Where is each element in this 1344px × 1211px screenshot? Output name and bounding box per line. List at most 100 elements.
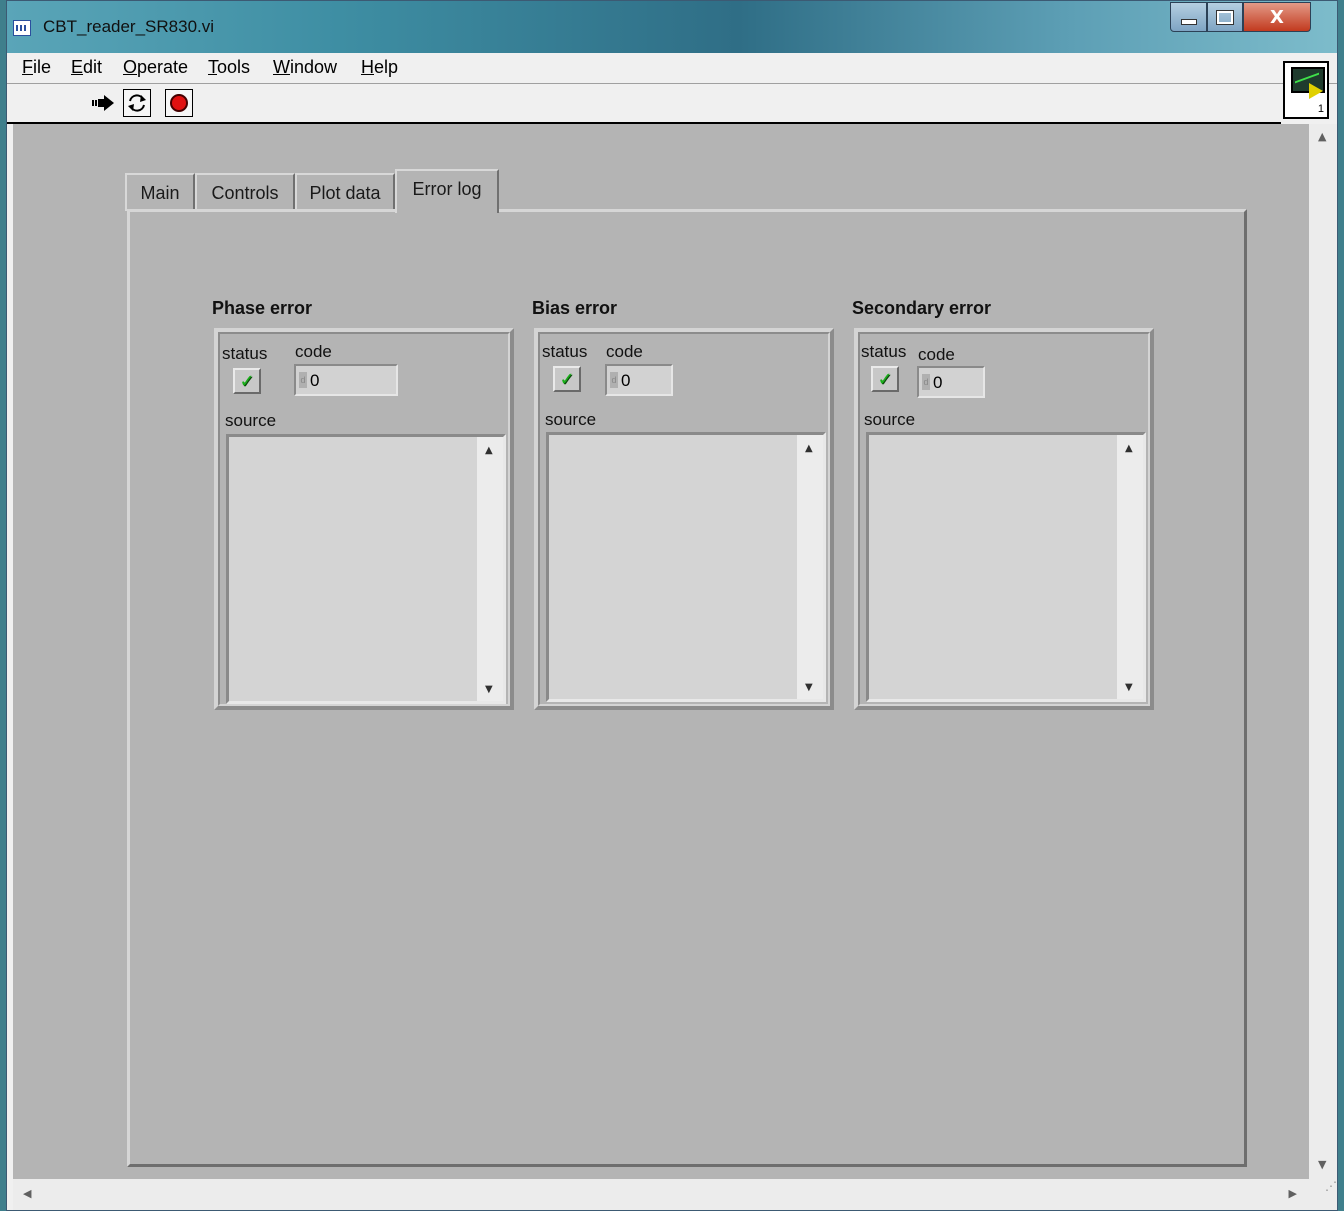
menu-operate-label: perate (137, 57, 189, 77)
tab-page-error-log: Phase error status code ✓ d 0 source ▲ ▼ (127, 209, 1247, 1167)
scroll-up-icon[interactable]: ▲ (1125, 443, 1133, 454)
status-indicator[interactable]: ✓ (553, 366, 581, 392)
connector-number: 1 (1317, 103, 1324, 115)
bias-error-cluster: status code ✓ d 0 source ▲ ▼ (534, 328, 834, 710)
status-label: status (861, 342, 907, 361)
minimize-button[interactable] (1170, 2, 1207, 32)
tab-plot-data[interactable]: Plot data (295, 173, 395, 211)
toolbar (7, 84, 1281, 124)
checkmark-icon: ✓ (239, 370, 255, 392)
radix-icon[interactable]: d (922, 374, 930, 390)
code-value: 0 (933, 373, 943, 392)
menu-window-mnemonic: W (273, 57, 290, 77)
close-icon: X (1270, 6, 1284, 28)
menu-tools-label: ools (217, 57, 251, 77)
menu-tools[interactable]: Tools (208, 57, 250, 78)
vertical-scrollbar[interactable]: ▲ ▼ (1309, 124, 1337, 1179)
secondary-error-cluster: status code ✓ d 0 source ▲ ▼ (854, 328, 1154, 710)
run-button[interactable] (89, 89, 117, 117)
code-value: 0 (621, 371, 631, 390)
status-label: status (222, 344, 268, 363)
scroll-up-icon[interactable]: ▲ (1318, 130, 1326, 143)
menu-file[interactable]: File (22, 57, 51, 78)
source-scrollbar[interactable]: ▲ ▼ (1117, 435, 1143, 699)
menu-file-label: ile (33, 57, 52, 77)
code-label: code (606, 342, 643, 361)
tab-main-label: Main (140, 182, 180, 203)
scroll-down-icon[interactable]: ▼ (1125, 682, 1133, 693)
status-label: status (542, 342, 588, 361)
menu-file-mnemonic: F (22, 57, 33, 77)
title-bar[interactable]: CBT_reader_SR830.vi X (7, 1, 1337, 53)
horizontal-scrollbar[interactable]: ◀ ▶ (13, 1179, 1309, 1210)
code-field[interactable]: d 0 (917, 366, 985, 398)
code-field[interactable]: d 0 (294, 364, 398, 396)
menu-edit-label: dit (83, 57, 103, 77)
cluster-frame: status code ✓ d 0 source ▲ ▼ (218, 332, 510, 706)
size-grip-icon[interactable]: ⋰ (1309, 1179, 1337, 1210)
minimize-icon (1180, 19, 1197, 25)
menu-window-label: indow (290, 57, 338, 77)
scroll-up-icon[interactable]: ▲ (485, 445, 493, 456)
source-label: source (225, 411, 277, 430)
tab-error-log[interactable]: Error log (395, 169, 499, 213)
scroll-up-icon[interactable]: ▲ (805, 443, 813, 454)
checkmark-icon: ✓ (877, 368, 893, 390)
source-textbox[interactable]: ▲ ▼ (546, 432, 826, 702)
bias-error-label: Bias error (532, 298, 618, 318)
vi-window: CBT_reader_SR830.vi X File Edit Operate … (6, 0, 1338, 1211)
window-title: CBT_reader_SR830.vi (43, 17, 215, 36)
menu-operate[interactable]: Operate (123, 57, 188, 78)
source-label: source (864, 410, 916, 429)
scroll-down-icon[interactable]: ▼ (805, 682, 813, 693)
maximize-icon (1216, 9, 1234, 25)
tab-plot-data-label: Plot data (309, 182, 381, 203)
source-textbox[interactable]: ▲ ▼ (226, 434, 506, 704)
menu-tools-mnemonic: T (208, 57, 217, 77)
source-label: source (545, 410, 597, 429)
source-scrollbar[interactable]: ▲ ▼ (797, 435, 823, 699)
vi-connector-icon[interactable]: 1 (1283, 61, 1329, 119)
status-indicator[interactable]: ✓ (233, 368, 261, 394)
vi-app-icon (13, 20, 31, 36)
code-value: 0 (310, 371, 320, 390)
tab-main[interactable]: Main (125, 173, 195, 211)
source-scrollbar[interactable]: ▲ ▼ (477, 437, 503, 701)
run-arrow-icon (92, 95, 114, 111)
abort-stop-icon (170, 94, 188, 112)
run-continuously-icon (128, 94, 146, 112)
scroll-right-icon[interactable]: ▶ (1289, 1187, 1297, 1200)
close-button[interactable]: X (1243, 2, 1311, 32)
cluster-frame: status code ✓ d 0 source ▲ ▼ (858, 332, 1150, 706)
menu-help-mnemonic: H (361, 57, 374, 77)
tab-error-log-label: Error log (412, 179, 482, 199)
cluster-frame: status code ✓ d 0 source ▲ ▼ (538, 332, 830, 706)
scroll-down-icon[interactable]: ▼ (1318, 1158, 1326, 1171)
radix-icon[interactable]: d (299, 372, 307, 388)
menu-bar: File Edit Operate Tools Window Help (7, 53, 1337, 84)
code-label: code (295, 342, 332, 361)
menu-window[interactable]: Window (273, 57, 337, 78)
maximize-button[interactable] (1207, 2, 1243, 32)
run-continuously-button[interactable] (123, 89, 151, 117)
code-label: code (918, 345, 955, 364)
tab-controls[interactable]: Controls (195, 173, 295, 211)
play-arrow-icon (1309, 83, 1323, 99)
checkmark-icon: ✓ (559, 368, 575, 390)
menu-edit-mnemonic: E (71, 57, 84, 77)
scroll-down-icon[interactable]: ▼ (485, 684, 493, 695)
menu-edit[interactable]: Edit (71, 57, 102, 78)
status-indicator[interactable]: ✓ (871, 366, 899, 392)
scroll-left-icon[interactable]: ◀ (23, 1187, 31, 1200)
tab-controls-label: Controls (211, 182, 279, 203)
secondary-error-label: Secondary error (852, 298, 992, 318)
menu-help-label: elp (374, 57, 399, 77)
menu-help[interactable]: Help (361, 57, 398, 78)
menu-operate-mnemonic: O (123, 57, 138, 77)
phase-error-label: Phase error (212, 298, 313, 318)
phase-error-cluster: status code ✓ d 0 source ▲ ▼ (214, 328, 514, 710)
source-textbox[interactable]: ▲ ▼ (866, 432, 1146, 702)
abort-button[interactable] (165, 89, 193, 117)
radix-icon[interactable]: d (610, 372, 618, 388)
code-field[interactable]: d 0 (605, 364, 673, 396)
